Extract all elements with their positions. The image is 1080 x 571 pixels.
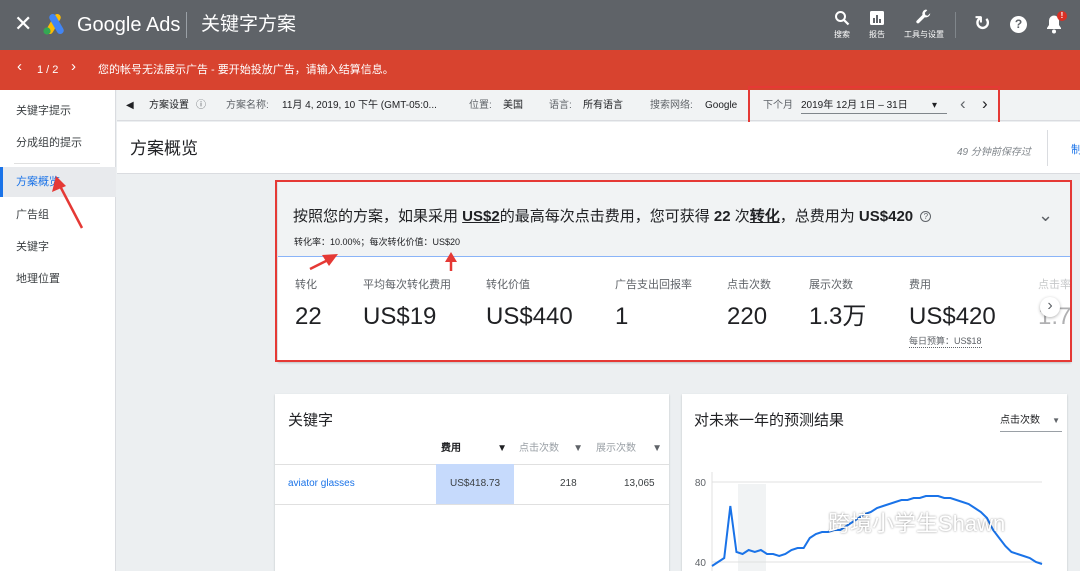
column-header-impressions[interactable]: 展示次数 ▼ — [596, 440, 664, 458]
sidebar-item-keyword-ideas[interactable]: 关键字提示 — [0, 96, 116, 126]
y-tick-label: 80 — [695, 478, 707, 489]
section-title: 方案概览 — [130, 139, 198, 158]
reports-button[interactable]: 报告 — [858, 6, 896, 40]
chart-highlight-band — [738, 484, 766, 571]
sidebar-item-ad-groups[interactable]: 广告组 — [0, 200, 116, 230]
sidebar-item-label: 地理位置 — [16, 273, 60, 285]
notification-badge: ! — [1057, 11, 1067, 21]
alert-pager: 1 / 2 — [37, 64, 59, 76]
metric-selector-label: 点击次数 — [1000, 415, 1040, 426]
sidebar-item-plan-overview[interactable]: 方案概览 — [0, 167, 116, 197]
summary-highlight — [275, 180, 1072, 362]
plan-name-label: 方案名称: — [226, 100, 269, 111]
row-divider — [275, 504, 669, 505]
location-value[interactable]: 美国 — [503, 99, 523, 112]
forecast-card: 对未来一年的预测结果 点击次数 ▼ 80 40 — [682, 394, 1067, 571]
reports-label: 报告 — [869, 30, 885, 39]
network-value[interactable]: Google — [705, 99, 737, 112]
sidebar-item-label: 关键字提示 — [16, 105, 71, 117]
keyword-link[interactable]: aviator glasses — [288, 478, 355, 489]
date-range-highlight — [748, 86, 1000, 126]
network-label: 搜索网络: — [650, 100, 693, 111]
wrench-icon — [903, 6, 945, 30]
close-icon[interactable]: ✕ — [14, 12, 32, 36]
info-icon[interactable]: ⓘ — [196, 99, 206, 112]
column-label: 点击次数 — [519, 443, 559, 454]
watermark-text: 跨境小学生Shawn — [828, 511, 1006, 536]
column-label: 费用 — [441, 443, 461, 454]
bar-chart-icon — [858, 6, 896, 30]
sidebar-item-label: 分成组的提示 — [16, 137, 82, 149]
sidebar: 关键字提示 分成组的提示 方案概览 广告组 关键字 地理位置 — [0, 90, 116, 571]
alert-banner: ‹ 1 / 2 › 您的帐号无法展示广告 - 要开始投放广告，请输入结算信息。 — [0, 50, 1080, 90]
search-icon — [823, 6, 861, 30]
sidebar-item-locations[interactable]: 地理位置 — [0, 264, 116, 294]
brand-name: Google Ads — [77, 14, 181, 36]
tools-settings-button[interactable]: 工具与设置 — [903, 6, 945, 40]
divider — [186, 12, 187, 38]
refresh-icon[interactable]: ↻ — [974, 13, 991, 35]
next-alert-button[interactable]: › — [71, 59, 76, 74]
wechat-watermark-icon — [782, 510, 816, 534]
column-label: 展示次数 — [596, 443, 636, 454]
language-value[interactable]: 所有语言 — [583, 99, 623, 112]
header-divider — [1047, 130, 1048, 166]
location-label: 位置: — [469, 100, 492, 111]
collapse-sidebar-button[interactable]: ◀ — [126, 99, 134, 112]
sidebar-item-keywords[interactable]: 关键字 — [0, 232, 116, 262]
plan-name-value[interactable]: 11月 4, 2019, 10 下午 (GMT-05:0... — [282, 99, 437, 112]
google-ads-logo-icon — [43, 14, 64, 35]
y-tick-label: 40 — [695, 558, 707, 569]
top-app-bar: ✕ Google Ads 关键字方案 搜索 报告 工具与设置 ↻ ? ! — [0, 0, 1080, 50]
saved-status: 49 分钟前保存过 — [957, 147, 1031, 158]
prev-alert-button[interactable]: ‹ — [17, 59, 22, 74]
sort-arrow-icon: ▼ — [497, 443, 507, 454]
sidebar-item-grouped-ideas[interactable]: 分成组的提示 — [0, 128, 116, 158]
search-button[interactable]: 搜索 — [823, 6, 861, 40]
keyword-clicks: 218 — [560, 478, 577, 489]
help-icon[interactable]: ? — [1010, 16, 1027, 33]
overview-header: 方案概览 49 分钟前保存过 制 — [117, 122, 1080, 174]
chevron-down-icon: ▼ — [1052, 416, 1060, 425]
language-label: 语言: — [549, 100, 572, 111]
column-header-clicks[interactable]: 点击次数 ▼ — [519, 440, 585, 458]
keyword-impressions: 13,065 — [624, 478, 655, 489]
metric-selector[interactable]: 点击次数 ▼ — [1000, 414, 1062, 432]
toolbar-divider — [955, 12, 956, 38]
page-title: 关键字方案 — [201, 14, 297, 35]
keyword-cost: US$418.73 — [450, 478, 501, 489]
table-row[interactable]: aviator glasses US$418.73 218 13,065 — [275, 464, 669, 504]
header-action-button[interactable]: 制 — [1071, 141, 1080, 157]
column-header-cost[interactable]: 费用 ▼ — [441, 440, 511, 458]
tools-label: 工具与设置 — [904, 30, 944, 39]
sidebar-item-label: 方案概览 — [16, 176, 60, 188]
sidebar-item-label: 关键字 — [16, 241, 49, 253]
sidebar-divider — [14, 163, 100, 164]
settings-label[interactable]: 方案设置 — [149, 99, 189, 112]
sidebar-item-label: 广告组 — [16, 209, 49, 221]
sort-arrow-icon: ▼ — [652, 443, 662, 454]
sort-arrow-icon: ▼ — [573, 443, 583, 454]
keywords-card-title: 关键字 — [288, 412, 334, 429]
forecast-card-title: 对未来一年的预测结果 — [694, 412, 845, 429]
alert-message[interactable]: 您的帐号无法展示广告 - 要开始投放广告，请输入结算信息。 — [98, 63, 394, 77]
search-label: 搜索 — [834, 30, 850, 39]
